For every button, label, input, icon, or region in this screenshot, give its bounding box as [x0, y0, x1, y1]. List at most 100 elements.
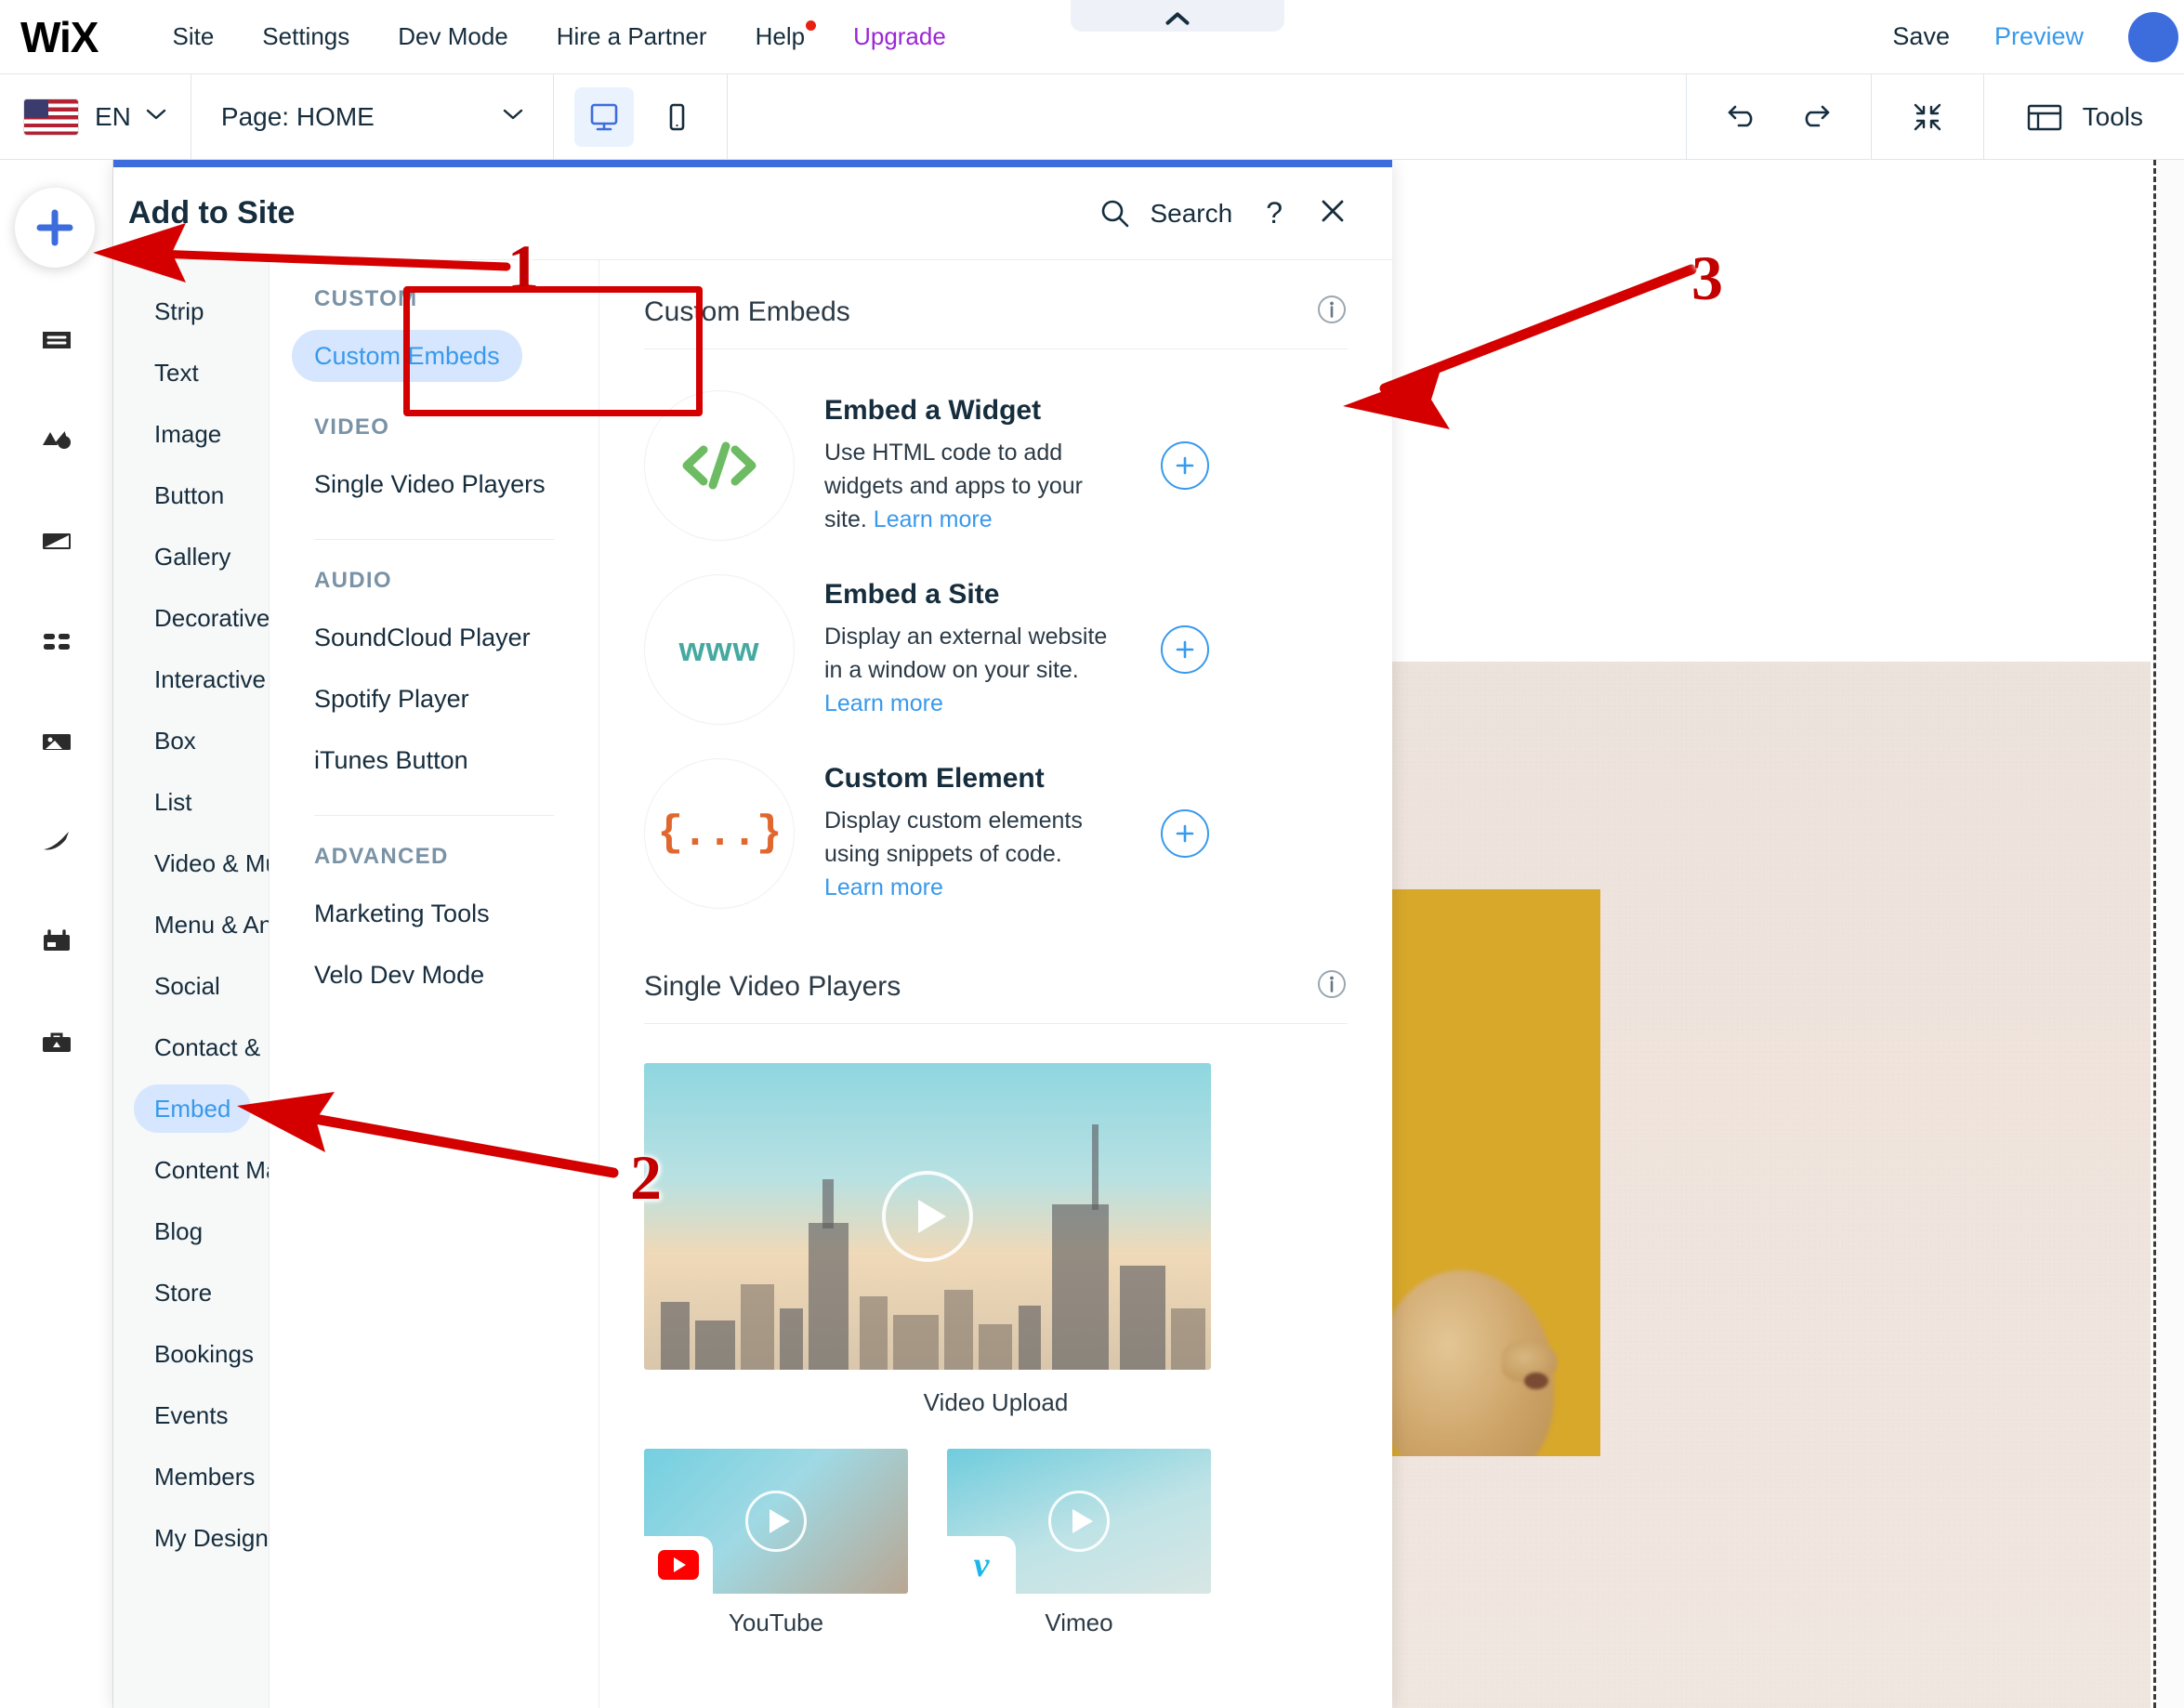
embed-item-text: Custom Element Display custom elements u…: [824, 763, 1122, 905]
category-decorative[interactable]: Decorative: [113, 587, 269, 649]
section-single-video-players: Single Video Players Video Upload v YouT…: [644, 968, 1348, 1637]
preview-button[interactable]: Preview: [1994, 22, 2084, 51]
top-nav-item-site[interactable]: Site: [172, 22, 214, 51]
video-thumb-youtube[interactable]: [644, 1449, 908, 1594]
page-selector[interactable]: Page: HOME: [191, 74, 554, 159]
embed-item-description: Use HTML code to add widgets and apps to…: [824, 439, 1083, 533]
rail-item-bookings[interactable]: [0, 892, 113, 992]
subcategory-divider: [314, 815, 554, 816]
subitem-marketing-tools[interactable]: Marketing Tools: [270, 883, 599, 944]
add-custom-element-button[interactable]: [1161, 809, 1209, 858]
rail-item-media[interactable]: [0, 691, 113, 792]
media-image-icon: [43, 734, 71, 750]
redo-button[interactable]: [1795, 98, 1834, 136]
embed-item-embed-a-widget[interactable]: Embed a Widget Use HTML code to add widg…: [644, 374, 1348, 558]
category-events[interactable]: Events: [113, 1385, 269, 1446]
embed-item-list: Embed a Widget Use HTML code to add widg…: [644, 349, 1348, 926]
embed-item-embed-a-site[interactable]: www Embed a Site Display an external web…: [644, 558, 1348, 742]
category-text[interactable]: Text: [113, 342, 269, 403]
wix-logo[interactable]: WiX: [20, 12, 99, 62]
learn-more-link[interactable]: Learn more: [824, 874, 943, 900]
rail-item-business[interactable]: [0, 992, 113, 1093]
add-embed-a-widget-button[interactable]: [1161, 441, 1209, 490]
embed-item-title: Embed a Site: [824, 578, 1000, 610]
video-thumb-vimeo[interactable]: v: [947, 1449, 1211, 1594]
subitem-spotify-player[interactable]: Spotify Player: [270, 668, 599, 729]
top-nav-item-dev-mode[interactable]: Dev Mode: [398, 22, 508, 51]
page-label: Page: HOME: [220, 101, 375, 131]
top-nav-item-hire-a-partner[interactable]: Hire a Partner: [557, 22, 707, 51]
subitem-custom-embeds[interactable]: Custom Embeds: [270, 325, 599, 387]
canvas-image-dog[interactable]: [1392, 889, 1600, 1456]
background-icon: [43, 533, 71, 549]
add-elements-button[interactable]: [15, 188, 95, 268]
top-nav-item-help[interactable]: Help: [756, 20, 817, 51]
site-canvas[interactable]: [1392, 160, 2184, 1708]
subitem-soundcloud-player[interactable]: SoundCloud Player: [270, 607, 599, 668]
plus-icon: [1176, 640, 1194, 659]
category-bookings[interactable]: Bookings: [113, 1323, 269, 1385]
category-menu-and-anchor[interactable]: Menu & Anchor: [113, 894, 269, 955]
rail-item-apps[interactable]: [0, 591, 113, 691]
video-thumb-video-upload[interactable]: [644, 1063, 1211, 1370]
top-nav-item-settings[interactable]: Settings: [262, 22, 349, 51]
category-contact-and-forms[interactable]: Contact & Forms: [113, 1017, 269, 1078]
info-icon[interactable]: [1316, 294, 1348, 330]
mobile-icon: [669, 103, 685, 130]
category-image[interactable]: Image: [113, 403, 269, 465]
category-store[interactable]: Store: [113, 1262, 269, 1323]
panel-help-button[interactable]: ?: [1266, 196, 1283, 230]
rail-icon-list: [0, 290, 113, 1093]
panel-close-button[interactable]: [1316, 194, 1349, 232]
section-title: Single Video Players: [644, 970, 901, 1002]
zoom-out-button[interactable]: [1870, 74, 1983, 159]
help-notification-dot: [806, 20, 817, 31]
info-icon[interactable]: [1316, 968, 1348, 1005]
youtube-badge: [644, 1536, 713, 1594]
embed-item-custom-element[interactable]: {...} Custom Element Display custom elem…: [644, 742, 1348, 926]
learn-more-link[interactable]: Learn more: [824, 690, 943, 716]
publish-button[interactable]: [2128, 11, 2178, 62]
category-members[interactable]: Members: [113, 1446, 269, 1507]
desktop-view-button[interactable]: [573, 86, 634, 147]
category-embed[interactable]: Embed: [113, 1078, 269, 1139]
rail-item-blog[interactable]: [0, 792, 113, 892]
category-button[interactable]: Button: [113, 465, 269, 526]
panel-search-button[interactable]: Search: [1098, 196, 1232, 231]
panel-category-list: Strip Text Image Button Gallery Decorati…: [113, 260, 270, 1708]
panel-content: Custom Embeds Embed a Widget Use HTML co…: [599, 260, 1392, 1708]
rail-item-design[interactable]: [0, 390, 113, 491]
add-embed-a-site-button[interactable]: [1161, 625, 1209, 674]
language-selector[interactable]: EN: [0, 74, 191, 159]
category-box[interactable]: Box: [113, 710, 269, 771]
category-content-manager[interactable]: Content Manager: [113, 1139, 269, 1201]
category-my-designs[interactable]: My Designs: [113, 1507, 269, 1569]
calendar-icon: [44, 929, 70, 951]
tools-button[interactable]: Tools: [1982, 74, 2184, 159]
annotation-number-2: 2: [630, 1142, 662, 1213]
category-strip[interactable]: Strip: [113, 281, 269, 342]
group-title-video: VIDEO: [314, 414, 390, 440]
rail-item-pages[interactable]: [0, 290, 113, 390]
braces-icon: {...}: [644, 758, 795, 909]
save-button[interactable]: Save: [1892, 22, 1950, 51]
collapse-toolbar-button[interactable]: [1071, 0, 1284, 32]
undo-button[interactable]: [1724, 98, 1763, 136]
canvas-right-margin: [2156, 160, 2184, 1708]
apps-grid-icon: [44, 634, 70, 650]
category-social[interactable]: Social: [113, 955, 269, 1017]
subitem-velo-dev-mode[interactable]: Velo Dev Mode: [270, 944, 599, 1005]
subitem-single-video-players[interactable]: Single Video Players: [270, 453, 599, 515]
category-blog[interactable]: Blog: [113, 1201, 269, 1262]
category-list[interactable]: List: [113, 771, 269, 833]
category-interactive[interactable]: Interactive: [113, 649, 269, 710]
learn-more-link[interactable]: Learn more: [874, 506, 993, 532]
subitem-itunes-button[interactable]: iTunes Button: [270, 729, 599, 791]
rail-item-background[interactable]: [0, 491, 113, 591]
top-nav-item-upgrade[interactable]: Upgrade: [853, 22, 946, 51]
panel-header: Add to Site Search ?: [113, 167, 1392, 260]
embed-item-title: Custom Element: [824, 762, 1045, 794]
category-video-and-music[interactable]: Video & Music: [113, 833, 269, 894]
category-gallery[interactable]: Gallery: [113, 526, 269, 587]
mobile-view-button[interactable]: [647, 87, 706, 147]
